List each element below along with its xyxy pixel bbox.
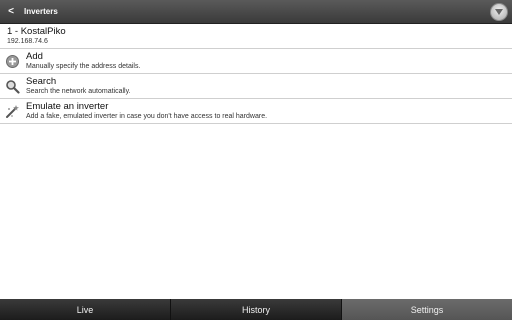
search-description: Search the network automatically. xyxy=(26,88,131,95)
add-action[interactable]: Add Manually specify the address details… xyxy=(0,49,512,74)
emulate-description: Add a fake, emulated inverter in case yo… xyxy=(26,113,268,120)
inverter-name: 1 - KostalPiko xyxy=(7,26,66,37)
bottom-tab-bar: Live History Settings xyxy=(0,299,512,320)
add-description: Manually specify the address details. xyxy=(26,63,141,70)
add-title: Add xyxy=(26,51,43,62)
inverter-address: 192.168.74.6 xyxy=(7,38,48,45)
tab-settings[interactable]: Settings xyxy=(342,299,512,320)
search-title: Search xyxy=(26,76,57,87)
magnifier-icon xyxy=(6,80,20,94)
emulate-title: Emulate an inverter xyxy=(26,101,109,112)
title-bar: < Inverters xyxy=(0,0,512,24)
emulate-action[interactable]: Emulate an inverter Add a fake, emulated… xyxy=(0,99,512,124)
tab-live[interactable]: Live xyxy=(0,299,171,320)
wand-icon xyxy=(6,105,19,118)
back-button[interactable]: < xyxy=(0,0,22,24)
inverter-item[interactable]: 1 - KostalPiko 192.168.74.6 xyxy=(0,24,512,49)
chevron-left-icon: < xyxy=(8,6,14,17)
inverter-list: 1 - KostalPiko 192.168.74.6 Add Manually… xyxy=(0,24,512,124)
tab-history[interactable]: History xyxy=(171,299,342,320)
menu-button[interactable] xyxy=(490,3,508,21)
search-action[interactable]: Search Search the network automatically. xyxy=(0,74,512,99)
chevron-down-icon xyxy=(495,9,503,15)
plus-circle-icon xyxy=(6,55,19,68)
page-title: Inverters xyxy=(24,7,58,16)
